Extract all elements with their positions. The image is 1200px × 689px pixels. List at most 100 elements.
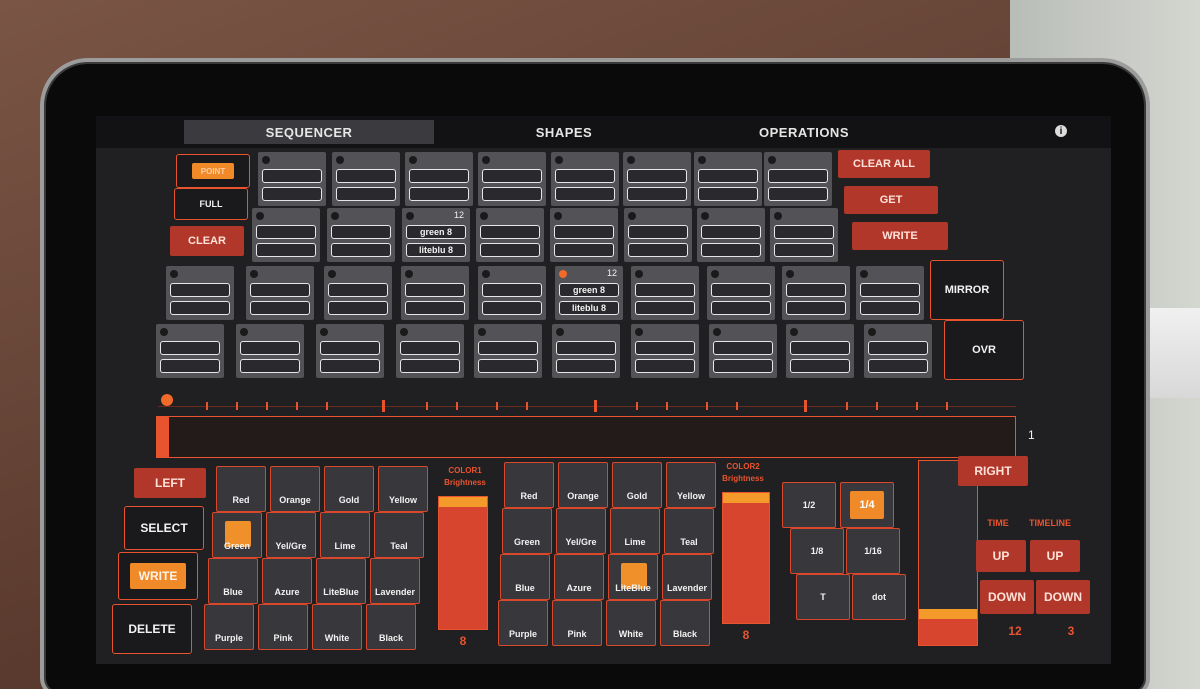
step-cell[interactable] (623, 152, 691, 206)
step-slot[interactable] (262, 169, 322, 183)
step-slot[interactable] (170, 301, 230, 315)
playhead-handle[interactable] (161, 394, 173, 406)
color1-swatch[interactable]: Pink (258, 604, 308, 650)
color1-swatch[interactable]: Blue (208, 558, 258, 604)
color2-swatch[interactable]: Black (660, 600, 710, 646)
step-slot[interactable] (635, 359, 695, 373)
step-slot[interactable] (400, 359, 460, 373)
step-slot[interactable] (409, 187, 469, 201)
tempo-slider[interactable] (918, 460, 978, 646)
step-cell[interactable] (856, 266, 924, 320)
step-slot[interactable] (786, 301, 846, 315)
step-slot[interactable] (160, 359, 220, 373)
step-slot[interactable] (250, 283, 310, 297)
slider-knob[interactable] (723, 493, 769, 503)
step-cell[interactable] (707, 266, 775, 320)
step-slot[interactable] (635, 301, 695, 315)
step-cell[interactable]: 12 green 8 liteblu 8 (555, 266, 623, 320)
step-cell[interactable] (258, 152, 326, 206)
color2-swatch[interactable]: Red (504, 462, 554, 508)
step-cell[interactable] (764, 152, 832, 206)
step-cell[interactable] (332, 152, 400, 206)
note-1-8[interactable]: 1/8 (790, 528, 844, 574)
step-slot[interactable] (786, 283, 846, 297)
step-slot[interactable] (556, 341, 616, 355)
step-slot[interactable] (713, 341, 773, 355)
color2-swatch[interactable]: Green (502, 508, 552, 554)
note-triplet[interactable]: T (796, 574, 850, 620)
step-slot[interactable] (868, 341, 928, 355)
step-cell[interactable] (631, 266, 699, 320)
write-button[interactable]: WRITE (852, 222, 948, 250)
step-slot[interactable] (627, 187, 687, 201)
right-button[interactable]: RIGHT (958, 456, 1028, 486)
note-1-4-selected[interactable]: 1/4 (840, 482, 894, 528)
step-slot[interactable] (336, 169, 396, 183)
step-cell[interactable] (474, 324, 542, 378)
color1-swatch[interactable]: Yel/Gre (266, 512, 316, 558)
timeline-down-button[interactable]: DOWN (1036, 580, 1090, 614)
step-slot[interactable] (328, 301, 388, 315)
note-1-16[interactable]: 1/16 (846, 528, 900, 574)
step-slot[interactable]: green 8 (559, 283, 619, 297)
step-cell[interactable] (327, 208, 395, 262)
step-slot[interactable] (409, 169, 469, 183)
color1-swatch[interactable]: LiteBlue (316, 558, 366, 604)
step-slot[interactable] (482, 187, 542, 201)
step-cell[interactable] (316, 324, 384, 378)
step-slot[interactable] (790, 341, 850, 355)
slider-knob[interactable] (439, 497, 487, 507)
step-cell[interactable] (156, 324, 224, 378)
point-button[interactable]: POINT (176, 154, 250, 188)
step-slot[interactable] (635, 283, 695, 297)
color1-swatch[interactable]: Gold (324, 466, 374, 512)
step-slot[interactable] (555, 187, 615, 201)
left-button[interactable]: LEFT (134, 468, 206, 498)
step-cell[interactable] (631, 324, 699, 378)
ovr-button[interactable]: OVR (944, 320, 1024, 380)
color1-swatch[interactable]: Lime (320, 512, 370, 558)
step-cell[interactable] (709, 324, 777, 378)
step-slot[interactable] (331, 243, 391, 257)
step-cell[interactable] (786, 324, 854, 378)
step-cell[interactable] (478, 266, 546, 320)
step-cell[interactable] (166, 266, 234, 320)
step-slot[interactable] (698, 187, 758, 201)
step-cell[interactable] (396, 324, 464, 378)
note-dot[interactable]: dot (852, 574, 906, 620)
color1-swatch-selected[interactable]: Green (212, 512, 262, 558)
step-slot[interactable] (240, 359, 300, 373)
color2-swatch[interactable]: White (606, 600, 656, 646)
step-slot[interactable] (628, 225, 688, 239)
step-slot[interactable] (860, 283, 920, 297)
step-cell[interactable] (324, 266, 392, 320)
step-slot[interactable] (400, 341, 460, 355)
slider-knob[interactable] (919, 609, 977, 619)
step-slot[interactable] (320, 359, 380, 373)
step-slot[interactable] (331, 225, 391, 239)
step-slot[interactable] (556, 359, 616, 373)
step-slot[interactable] (790, 359, 850, 373)
color2-swatch[interactable]: Orange (558, 462, 608, 508)
step-slot[interactable] (160, 341, 220, 355)
color2-swatch[interactable]: Lavender (662, 554, 712, 600)
step-cell[interactable] (405, 152, 473, 206)
step-slot[interactable] (262, 187, 322, 201)
color1-swatch[interactable]: Azure (262, 558, 312, 604)
color2-swatch[interactable]: Blue (500, 554, 550, 600)
color1-swatch[interactable]: Yellow (378, 466, 428, 512)
color1-swatch[interactable]: Lavender (370, 558, 420, 604)
color2-swatch[interactable]: Pink (552, 600, 602, 646)
tab-shapes[interactable]: SHAPES (434, 120, 694, 144)
color2-swatch[interactable]: Yellow (666, 462, 716, 508)
step-slot[interactable] (482, 169, 542, 183)
step-slot[interactable] (701, 243, 761, 257)
color1-swatch[interactable]: Teal (374, 512, 424, 558)
delete-button[interactable]: DELETE (112, 604, 192, 654)
step-slot[interactable] (774, 225, 834, 239)
step-slot[interactable] (868, 359, 928, 373)
step-slot[interactable] (713, 359, 773, 373)
step-cell[interactable] (624, 208, 692, 262)
step-slot[interactable] (256, 243, 316, 257)
tab-operations[interactable]: OPERATIONS (694, 120, 914, 144)
